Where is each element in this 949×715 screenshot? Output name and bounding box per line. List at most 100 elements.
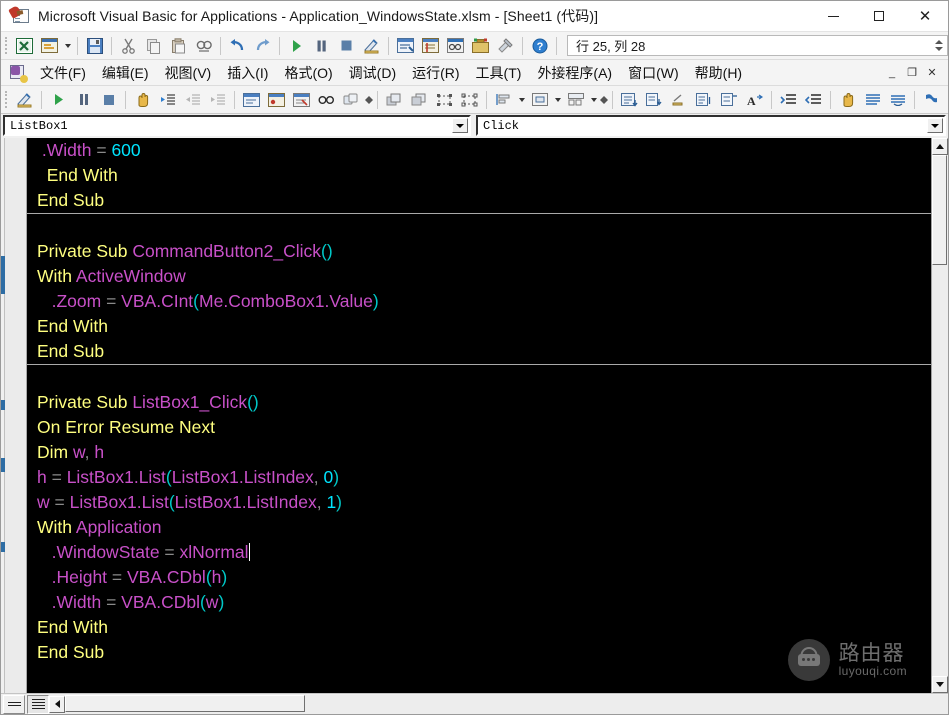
horizontal-scrollbar[interactable] <box>49 694 948 714</box>
maximize-button[interactable] <box>856 1 902 32</box>
outdent-right-icon[interactable] <box>206 89 229 111</box>
scroll-left-button[interactable] <box>49 695 65 713</box>
quick-info-icon[interactable] <box>618 89 641 111</box>
edit-toolbar-overflow[interactable] <box>364 89 373 111</box>
horizontal-scroll-thumb[interactable] <box>65 694 305 712</box>
paste-icon[interactable] <box>167 35 190 57</box>
comment-block-icon[interactable] <box>265 89 288 111</box>
procedure-combo[interactable]: Click <box>476 115 946 136</box>
code-line[interactable]: End Sub <box>27 339 931 364</box>
code-line[interactable]: .Width = 600 <box>27 138 931 163</box>
toolbar-grip[interactable] <box>5 37 8 54</box>
code-line[interactable]: .WindowState = xlNormal <box>27 540 931 565</box>
menu-tools[interactable]: 工具(T) <box>468 60 530 86</box>
horizontal-scroll-track[interactable] <box>65 694 948 714</box>
code-line[interactable] <box>27 214 931 239</box>
object-combo-chevron-down-icon[interactable] <box>452 118 468 133</box>
pause-icon[interactable] <box>310 35 333 57</box>
hand-tool-icon[interactable] <box>836 89 859 111</box>
send-to-back-icon[interactable] <box>408 89 431 111</box>
quick-watch-icon[interactable] <box>718 89 741 111</box>
vertical-scroll-thumb[interactable] <box>932 155 947 265</box>
procedure-combo-chevron-down-icon[interactable] <box>927 118 943 133</box>
text-format-icon[interactable]: A <box>743 89 766 111</box>
menu-file[interactable]: 文件(F) <box>32 60 94 86</box>
center-dropdown-arrow[interactable] <box>552 89 563 111</box>
ungroup-icon[interactable] <box>458 89 481 111</box>
menu-window[interactable]: 窗口(W) <box>620 60 687 86</box>
drag-hand-icon[interactable] <box>131 89 154 111</box>
align-dropdown-arrow[interactable] <box>516 89 527 111</box>
code-line[interactable]: Private Sub CommandButton2_Click() <box>27 239 931 264</box>
menu-run[interactable]: 运行(R) <box>404 60 467 86</box>
code-editor[interactable]: .Width = 600 End With End Sub Private Sub … <box>27 138 931 693</box>
undo-icon[interactable] <box>226 35 249 57</box>
size-icon[interactable] <box>564 89 587 111</box>
reset-icon[interactable] <box>97 89 120 111</box>
close-button[interactable]: ✕ <box>902 1 948 32</box>
code-line[interactable]: End Sub <box>27 640 931 665</box>
insert-dropdown-arrow[interactable] <box>62 35 73 57</box>
menu-edit[interactable]: 编辑(E) <box>94 60 157 86</box>
code-line[interactable]: .Height = VBA.CDbl(h) <box>27 565 931 590</box>
find-icon[interactable] <box>192 35 215 57</box>
toggle-folder-icon[interactable] <box>886 89 909 111</box>
menu-format[interactable]: 格式(O) <box>276 60 340 86</box>
toolbox-icon[interactable] <box>469 35 492 57</box>
code-line[interactable]: End With <box>27 615 931 640</box>
complete-word-icon[interactable] <box>668 89 691 111</box>
properties-window-icon[interactable] <box>419 35 442 57</box>
edit-toolbar-overflow-2[interactable] <box>599 89 608 111</box>
help-icon[interactable]: ? <box>528 35 551 57</box>
full-module-view-button[interactable] <box>27 694 49 714</box>
size-dropdown-arrow[interactable] <box>588 89 599 111</box>
align-icon[interactable] <box>492 89 515 111</box>
object-browser-icon[interactable] <box>444 35 467 57</box>
uncomment-block-icon[interactable] <box>290 89 313 111</box>
edit-toolbar-grip[interactable] <box>5 91 8 108</box>
scroll-down-button[interactable] <box>932 676 948 693</box>
code-line[interactable]: On Error Resume Next <box>27 415 931 440</box>
code-line[interactable]: End With <box>27 163 931 188</box>
code-line[interactable]: .Zoom = VBA.CInt(Me.ComboBox1.Value) <box>27 289 931 314</box>
list-properties-icon[interactable] <box>861 89 884 111</box>
vertical-scrollbar[interactable] <box>931 138 948 693</box>
vertical-scroll-track[interactable] <box>932 155 948 676</box>
code-line[interactable]: Private Sub ListBox1_Click() <box>27 390 931 415</box>
copy-icon[interactable] <box>142 35 165 57</box>
menu-debug[interactable]: 调试(D) <box>341 60 404 86</box>
group-icon[interactable] <box>433 89 456 111</box>
break-icon[interactable] <box>72 89 95 111</box>
code-line[interactable]: w = ListBox1.List(ListBox1.ListIndex, 1) <box>27 490 931 515</box>
insert-userform-icon[interactable] <box>38 35 61 57</box>
menu-help[interactable]: 帮助(H) <box>687 60 750 86</box>
code-line[interactable]: With Application <box>27 515 931 540</box>
center-icon[interactable] <box>528 89 551 111</box>
redo-icon[interactable] <box>251 35 274 57</box>
bookmark-blue-icon[interactable] <box>920 89 943 111</box>
bring-to-front-icon[interactable] <box>383 89 406 111</box>
mdi-close-button[interactable]: ✕ <box>922 63 942 83</box>
scroll-up-button[interactable] <box>932 138 948 155</box>
cut-icon[interactable] <box>117 35 140 57</box>
project-explorer-icon[interactable] <box>394 35 417 57</box>
design-mode-icon[interactable] <box>360 35 383 57</box>
outdent-left-icon[interactable] <box>181 89 204 111</box>
indent-block-icon[interactable] <box>777 89 800 111</box>
code-line[interactable]: End Sub <box>27 188 931 213</box>
code-line[interactable]: .Width = VBA.CDbl(w) <box>27 590 931 615</box>
next-bookmark-icon[interactable] <box>945 89 949 111</box>
minimize-button[interactable] <box>810 1 856 32</box>
parameter-info-icon[interactable] <box>643 89 666 111</box>
outdent-block-icon[interactable] <box>802 89 825 111</box>
list-constants-icon[interactable] <box>693 89 716 111</box>
menu-insert[interactable]: 插入(I) <box>219 60 276 86</box>
code-line[interactable] <box>27 365 931 390</box>
toggle-bookmark-icon[interactable] <box>315 89 338 111</box>
menu-addins[interactable]: 外接程序(A) <box>529 60 620 86</box>
mdi-minimize-button[interactable]: _ <box>882 63 902 83</box>
code-line[interactable]: h = ListBox1.List(ListBox1.ListIndex, 0) <box>27 465 931 490</box>
mdi-restore-button[interactable]: ❐ <box>902 63 922 83</box>
macros-icon[interactable] <box>494 35 517 57</box>
code-line[interactable]: With ActiveWindow <box>27 264 931 289</box>
